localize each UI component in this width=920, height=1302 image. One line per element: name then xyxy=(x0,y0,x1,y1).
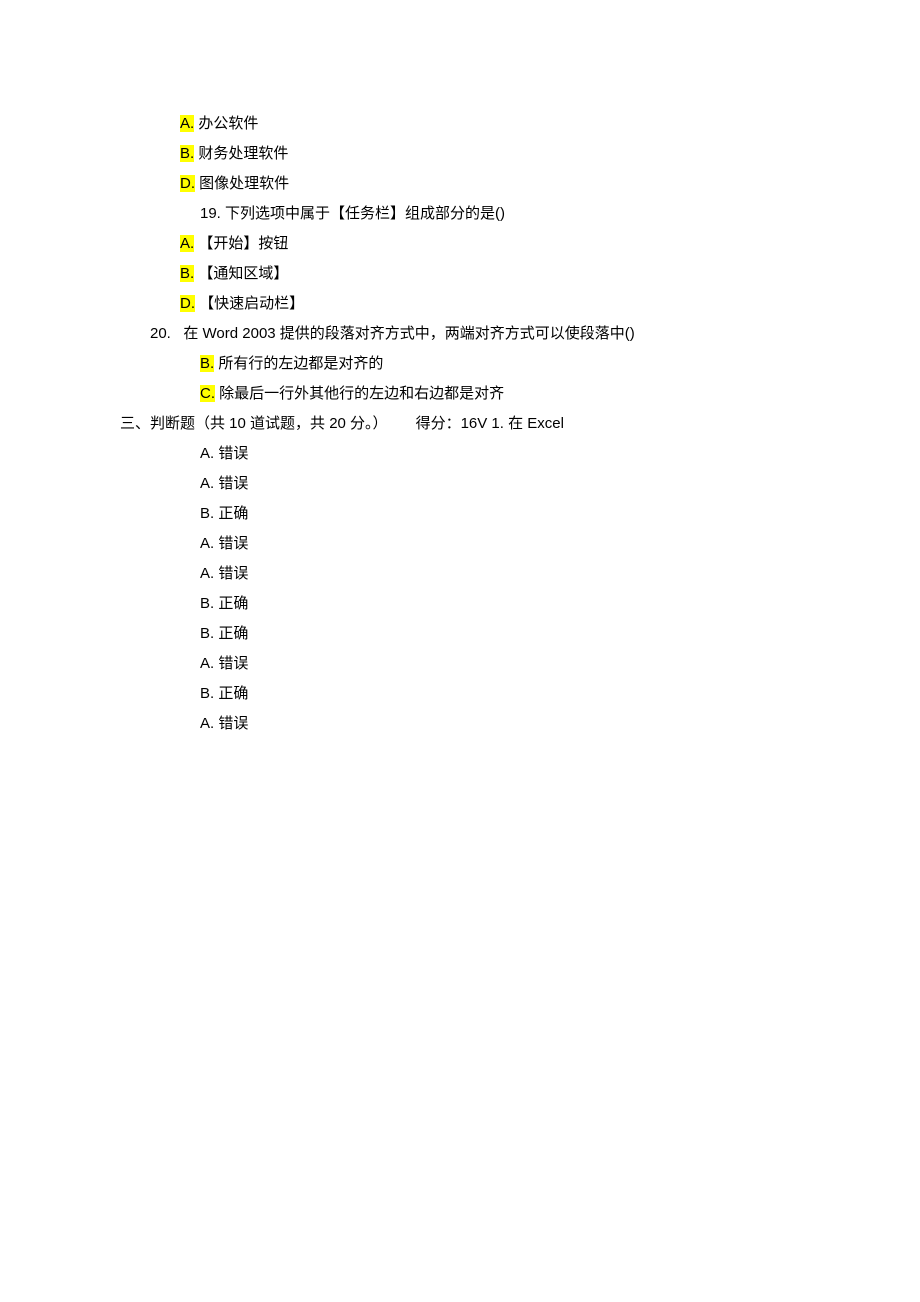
option-line: D. 图像处理软件 xyxy=(120,170,920,197)
option-letter: A. xyxy=(180,235,194,252)
tf-text: 错误 xyxy=(214,655,248,672)
question-text: 下列选项中属于【任务栏】组成部分的是() xyxy=(221,205,505,222)
tf-text: 错误 xyxy=(214,565,248,582)
option-text: 图像处理软件 xyxy=(195,175,289,192)
section-mid: 道试题，共 xyxy=(246,415,329,432)
option-line: C. 除最后一行外其他行的左边和右边都是对齐 xyxy=(120,380,920,407)
section-mid2: 分。） xyxy=(346,415,388,432)
option-text: 办公软件 xyxy=(194,115,258,132)
option-letter: C. xyxy=(200,385,215,402)
option-letter: D. xyxy=(180,175,195,192)
count: 10 xyxy=(229,415,246,432)
points: 20 xyxy=(329,415,346,432)
option-letter: D. xyxy=(180,295,195,312)
tf-letter: A. xyxy=(200,445,214,462)
option-text: 财务处理软件 xyxy=(194,145,288,162)
tf-letter: A. xyxy=(200,715,214,732)
tf-text: 错误 xyxy=(214,445,248,462)
english-text: Word 2003 xyxy=(203,325,276,342)
tf-line: B. 正确 xyxy=(120,620,920,647)
option-line: A. 【开始】按钮 xyxy=(120,230,920,257)
english-text: Excel xyxy=(527,415,564,432)
tf-letter: B. xyxy=(200,625,214,642)
question-20: 20. 在 Word 2003 提供的段落对齐方式中，两端对齐方式可以使段落中(… xyxy=(120,320,920,347)
tf-line: B. 正确 xyxy=(120,590,920,617)
tf-line: A. 错误 xyxy=(120,710,920,737)
option-line: B. 所有行的左边都是对齐的 xyxy=(120,350,920,377)
tf-letter: B. xyxy=(200,595,214,612)
option-text: 除最后一行外其他行的左边和右边都是对齐 xyxy=(215,385,504,402)
option-text: 所有行的左边都是对齐的 xyxy=(214,355,383,372)
tf-letter: A. xyxy=(200,535,214,552)
tf-line: B. 正确 xyxy=(120,500,920,527)
tf-text: 错误 xyxy=(214,535,248,552)
option-text: 【开始】按钮 xyxy=(194,235,288,252)
section-prefix: 三、判断题（共 xyxy=(120,415,229,432)
option-letter: B. xyxy=(180,145,194,162)
tf-text: 正确 xyxy=(214,505,248,522)
option-line: D. 【快速启动栏】 xyxy=(120,290,920,317)
tf-text: 正确 xyxy=(214,625,248,642)
question-number: 19. xyxy=(200,205,221,222)
option-letter: B. xyxy=(200,355,214,372)
question-text: 提供的段落对齐方式中，两端对齐方式可以使段落中() xyxy=(276,325,635,342)
option-line: B. 【通知区域】 xyxy=(120,260,920,287)
score-value: 16V 1. xyxy=(461,415,504,432)
section-3-header: 三、判断题（共 10 道试题，共 20 分。） 得分：16V 1. 在 Excel xyxy=(120,410,920,437)
document-body: A. 办公软件 B. 财务处理软件 D. 图像处理软件 19. 下列选项中属于【… xyxy=(120,110,920,737)
question-line: 19. 下列选项中属于【任务栏】组成部分的是() xyxy=(120,200,920,227)
question-number: 20. 在 xyxy=(150,325,203,342)
option-line: B. 财务处理软件 xyxy=(120,140,920,167)
option-text: 【快速启动栏】 xyxy=(195,295,304,312)
option-line: A. 办公软件 xyxy=(120,110,920,137)
section-tail: 在 xyxy=(504,415,527,432)
tf-text: 错误 xyxy=(214,475,248,492)
option-letter: A. xyxy=(180,115,194,132)
tf-text: 正确 xyxy=(214,595,248,612)
option-text: 【通知区域】 xyxy=(194,265,288,282)
tf-letter: B. xyxy=(200,685,214,702)
tf-letter: A. xyxy=(200,655,214,672)
tf-line: A. 错误 xyxy=(120,650,920,677)
option-letter: B. xyxy=(180,265,194,282)
tf-letter: A. xyxy=(200,565,214,582)
tf-letter: A. xyxy=(200,475,214,492)
tf-line: A. 错误 xyxy=(120,440,920,467)
tf-letter: B. xyxy=(200,505,214,522)
tf-line: A. 错误 xyxy=(120,470,920,497)
tf-line: B. 正确 xyxy=(120,680,920,707)
tf-line: A. 错误 xyxy=(120,560,920,587)
score-label: 得分： xyxy=(416,415,461,432)
tf-text: 错误 xyxy=(214,715,248,732)
tf-line: A. 错误 xyxy=(120,530,920,557)
tf-text: 正确 xyxy=(214,685,248,702)
